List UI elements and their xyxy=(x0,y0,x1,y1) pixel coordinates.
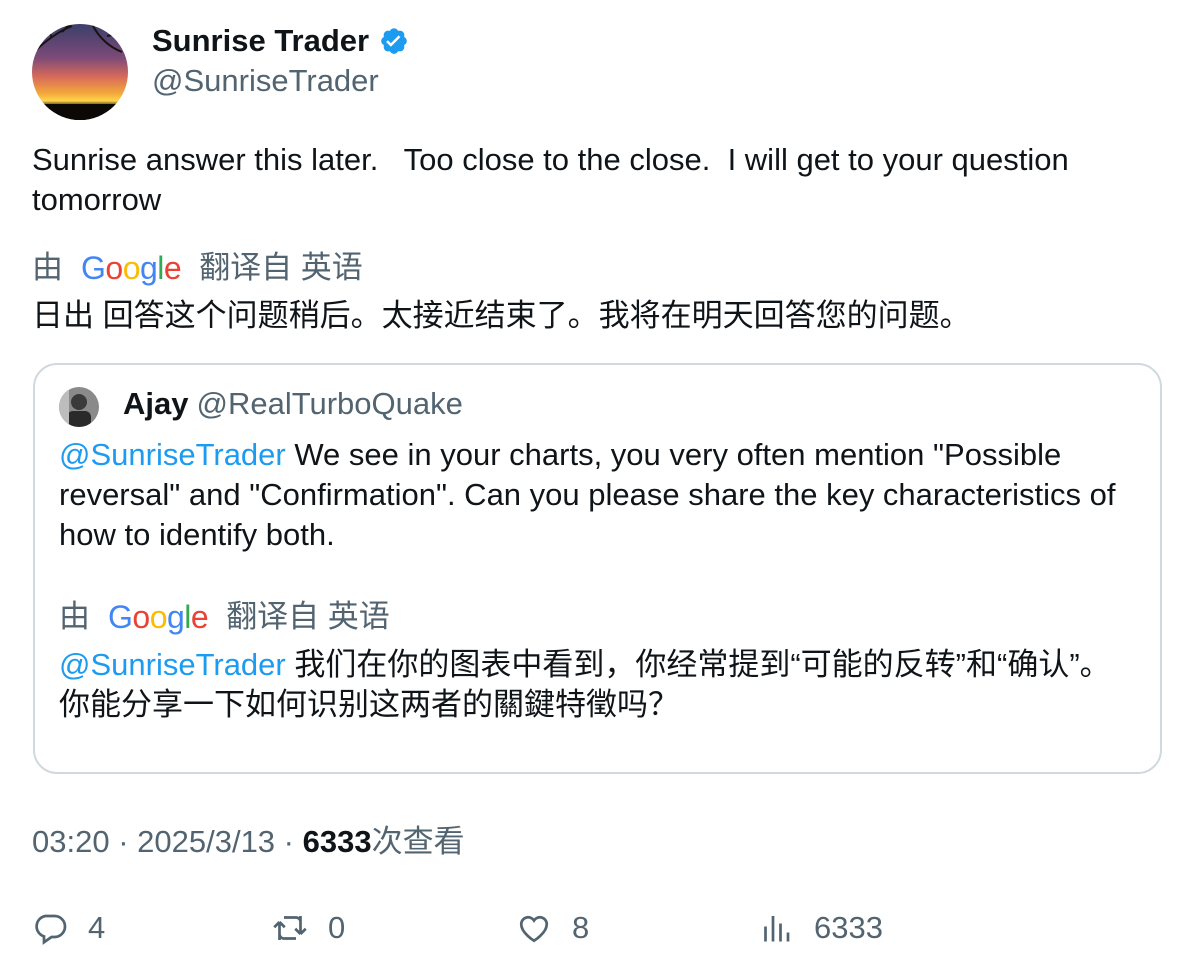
translation-prefix: 由 xyxy=(32,250,63,285)
quoted-mention-link[interactable]: @SunriseTrader xyxy=(59,437,286,472)
verified-badge-icon xyxy=(381,28,407,54)
translation-suffix: 翻译自 英语 xyxy=(199,250,363,285)
quoted-translation-attribution: 由 Google 翻译自 英语 xyxy=(59,597,390,637)
author-display-name[interactable]: Sunrise Trader xyxy=(152,22,409,60)
google-logo[interactable]: Google xyxy=(81,248,182,288)
views-button[interactable]: 6333 xyxy=(758,908,883,948)
tweet-meta: 03:20 · 2025/3/13 · 6333次查看 xyxy=(32,822,465,862)
views-label: 次查看 xyxy=(371,824,465,859)
quoted-google-logo[interactable]: Google xyxy=(108,597,209,637)
translation-attribution: 由 Google 翻译自 英语 xyxy=(32,248,363,288)
meta-separator: · xyxy=(109,824,138,859)
tweet-text: Sunrise answer this later. Too close to … xyxy=(32,142,1078,217)
quoted-translation-suffix: 翻译自 英语 xyxy=(226,599,390,634)
views-count: 6333 xyxy=(302,824,372,859)
heart-icon xyxy=(519,915,549,943)
retweet-button[interactable]: 0 xyxy=(272,908,345,948)
quoted-display-name: Ajay xyxy=(123,386,189,421)
retweet-icon xyxy=(273,916,307,940)
reply-count: 4 xyxy=(88,910,106,945)
display-name-text: Sunrise Trader xyxy=(152,23,370,58)
meta-separator: · xyxy=(275,824,303,859)
quoted-tweet-text: @SunriseTrader We see in your charts, yo… xyxy=(59,435,1139,555)
quoted-tweet-card[interactable]: Ajay @RealTurboQuake @SunriseTrader We se… xyxy=(33,363,1162,774)
translated-tweet-text: 日出 回答这个问题稍后。太接近结束了。我将在明天回答您的问题。 xyxy=(32,298,971,333)
quoted-author-avatar xyxy=(59,387,99,427)
author-avatar[interactable] xyxy=(32,24,128,120)
like-count: 8 xyxy=(572,910,590,945)
reply-icon xyxy=(35,914,67,945)
views-action-count: 6333 xyxy=(814,910,883,945)
reply-button[interactable]: 4 xyxy=(32,908,105,948)
quoted-translation-prefix: 由 xyxy=(59,599,90,634)
author-handle[interactable]: @SunriseTrader xyxy=(152,62,379,100)
tweet-time[interactable]: 03:20 xyxy=(32,824,110,859)
like-button[interactable]: 8 xyxy=(516,908,589,948)
quoted-translated-mention[interactable]: @SunriseTrader xyxy=(59,647,286,682)
tweet-date[interactable]: 2025/3/13 xyxy=(137,824,275,859)
analytics-icon xyxy=(764,916,790,942)
retweet-count: 0 xyxy=(328,910,346,945)
quoted-author-header: Ajay @RealTurboQuake xyxy=(123,384,463,424)
quoted-translated-text: @SunriseTrader 我们在你的图表中看到，你经常提到“可能的反转”和“… xyxy=(59,645,1119,725)
quoted-handle: @RealTurboQuake xyxy=(196,386,463,421)
